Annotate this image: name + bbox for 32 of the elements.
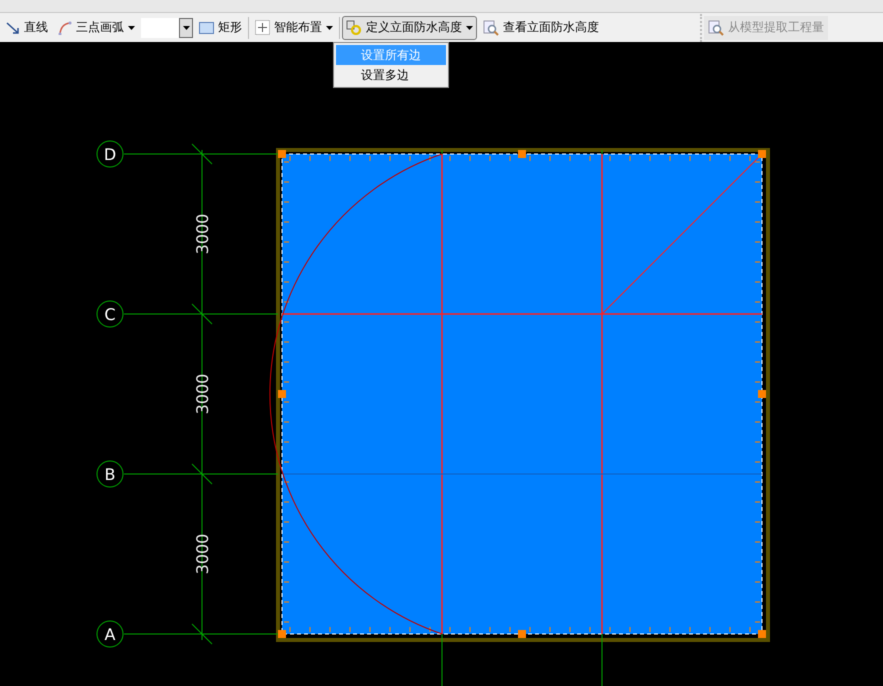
tool-button[interactable]: 直线 (2, 16, 52, 40)
axis-bubble (96, 140, 124, 168)
search-icon (708, 20, 724, 36)
dropdown-field[interactable] (141, 18, 193, 38)
axis-bubble (96, 460, 124, 488)
dimension-tick (192, 304, 212, 324)
tool-button[interactable]: 查看立面防水高度 (479, 16, 603, 40)
dimension-label: 3000 (193, 374, 212, 414)
axis-label: C (104, 305, 116, 324)
axis-label: D (104, 145, 116, 164)
grid-icon (255, 20, 270, 35)
menu-item[interactable]: 设置多边 (336, 65, 446, 85)
dimension-tick (192, 464, 212, 484)
search-icon (483, 20, 499, 36)
rectangle-icon (199, 22, 214, 34)
dropdown-button[interactable]: 三点画弧 (54, 16, 139, 40)
dimension-tick (192, 624, 212, 644)
drawing-canvas[interactable]: D C B A 3000 3000 3000 设置所有边 设置多边 (0, 42, 883, 686)
tool-button[interactable]: 矩形 (195, 16, 246, 40)
caret-icon (182, 26, 190, 30)
dimension-label: 3000 (193, 534, 212, 574)
axis-bubble (96, 300, 124, 328)
dimension-tick (192, 144, 212, 164)
ring-icon (346, 20, 362, 35)
diagonal-arrow-icon (6, 20, 20, 34)
arc-icon (58, 20, 72, 34)
dropdown-button[interactable]: 智能布置 (251, 16, 337, 40)
axis-label: B (104, 465, 116, 484)
axis-label: A (104, 625, 116, 644)
axis-bubble (96, 620, 124, 648)
dimension-label: 3000 (193, 214, 212, 254)
dropdown-button[interactable]: 定义立面防水高度 (342, 16, 477, 40)
